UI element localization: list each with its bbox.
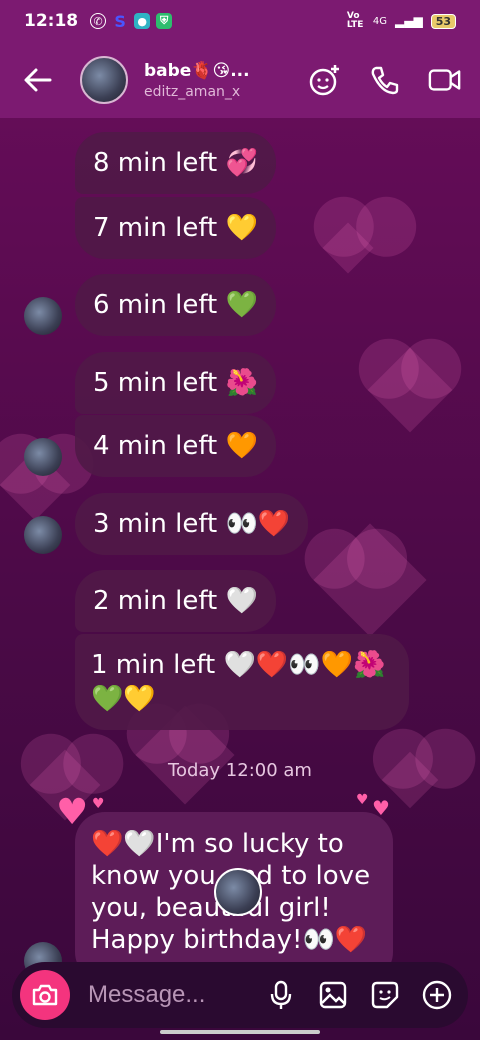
bg-heart — [313, 523, 427, 637]
volte-indicator: Vo LTE — [346, 11, 364, 30]
bg-heart — [322, 222, 374, 274]
more-options-button[interactable] — [422, 980, 452, 1010]
back-button[interactable] — [18, 60, 58, 100]
message-input[interactable] — [88, 981, 248, 1009]
message-bubble[interactable]: 1 min left 🤍❤️👀🧡🌺 💚💛 — [75, 634, 409, 730]
smiley-plus-icon — [309, 65, 339, 96]
sticker-icon — [371, 981, 399, 1009]
status-notification-icons: ✆ S ● ⛨ — [90, 11, 173, 31]
sender-avatar[interactable] — [24, 516, 62, 554]
plus-circle-icon — [422, 980, 452, 1010]
message-bubble[interactable]: 2 min left 🤍 — [75, 570, 276, 632]
contact-info[interactable]: babe🫀😘... editz_aman_x — [144, 61, 250, 100]
message-bubble[interactable]: 8 min left 💞 — [75, 132, 276, 194]
message-composer — [12, 962, 468, 1028]
voice-message-button[interactable] — [266, 980, 296, 1010]
shield-app-icon: ⛨ — [156, 13, 173, 29]
message-bubble[interactable]: 4 min left 🧡 — [75, 415, 276, 477]
effects-button[interactable] — [308, 63, 342, 97]
header-actions — [308, 63, 462, 97]
heart-sticker-icon: ♥ — [356, 792, 369, 808]
chat-header: babe🫀😘... editz_aman_x — [0, 42, 480, 118]
heart-sticker-icon: ♥ — [92, 796, 105, 812]
status-time: 12:18 — [24, 11, 79, 31]
signal-icon: ▂▄▆ — [395, 14, 423, 28]
message-bubble[interactable]: 7 min left 💛 — [75, 197, 276, 259]
navigation-handle[interactable] — [160, 1030, 320, 1034]
whatsapp-icon: ✆ — [90, 13, 107, 29]
phone-icon — [371, 66, 399, 95]
status-system-icons: Vo LTE 4G ▂▄▆ 53 — [347, 12, 456, 30]
seen-avatar-marker — [214, 868, 262, 916]
chat-app-icon: ● — [134, 13, 151, 29]
message-bubble[interactable]: 6 min left 💚 — [75, 274, 276, 336]
contact-avatar[interactable] — [80, 56, 128, 104]
microphone-icon — [270, 980, 292, 1009]
status-bar: 12:18 ✆ S ● ⛨ Vo LTE 4G ▂▄▆ 53 — [0, 0, 480, 42]
contact-username: editz_aman_x — [144, 83, 241, 100]
s-app-icon: S — [114, 11, 126, 31]
back-arrow-icon — [24, 68, 52, 92]
message-bubble[interactable]: 3 min left 👀❤️ — [75, 493, 309, 555]
sender-avatar[interactable] — [24, 297, 62, 335]
voice-call-button[interactable] — [368, 63, 402, 97]
date-separator: Today 12:00 am — [168, 760, 312, 781]
bg-heart — [367, 347, 453, 433]
message-line: 💚💛 — [91, 684, 156, 714]
battery-indicator: 53 — [430, 13, 456, 29]
network-indicator: 4G — [372, 15, 387, 27]
camera-icon — [32, 984, 58, 1006]
contact-name: babe🫀😘... — [144, 60, 250, 81]
image-icon — [319, 981, 347, 1009]
sticker-button[interactable] — [370, 980, 400, 1010]
message-line: 1 min left 🤍❤️👀🧡🌺 — [91, 650, 386, 680]
message-bubble[interactable]: 5 min left 🌺 — [75, 352, 276, 414]
video-call-button[interactable] — [428, 63, 462, 97]
composer-actions — [266, 980, 460, 1010]
camera-button[interactable] — [20, 970, 70, 1020]
gallery-button[interactable] — [318, 980, 348, 1010]
sender-avatar[interactable] — [24, 438, 62, 476]
video-camera-icon — [428, 69, 461, 91]
